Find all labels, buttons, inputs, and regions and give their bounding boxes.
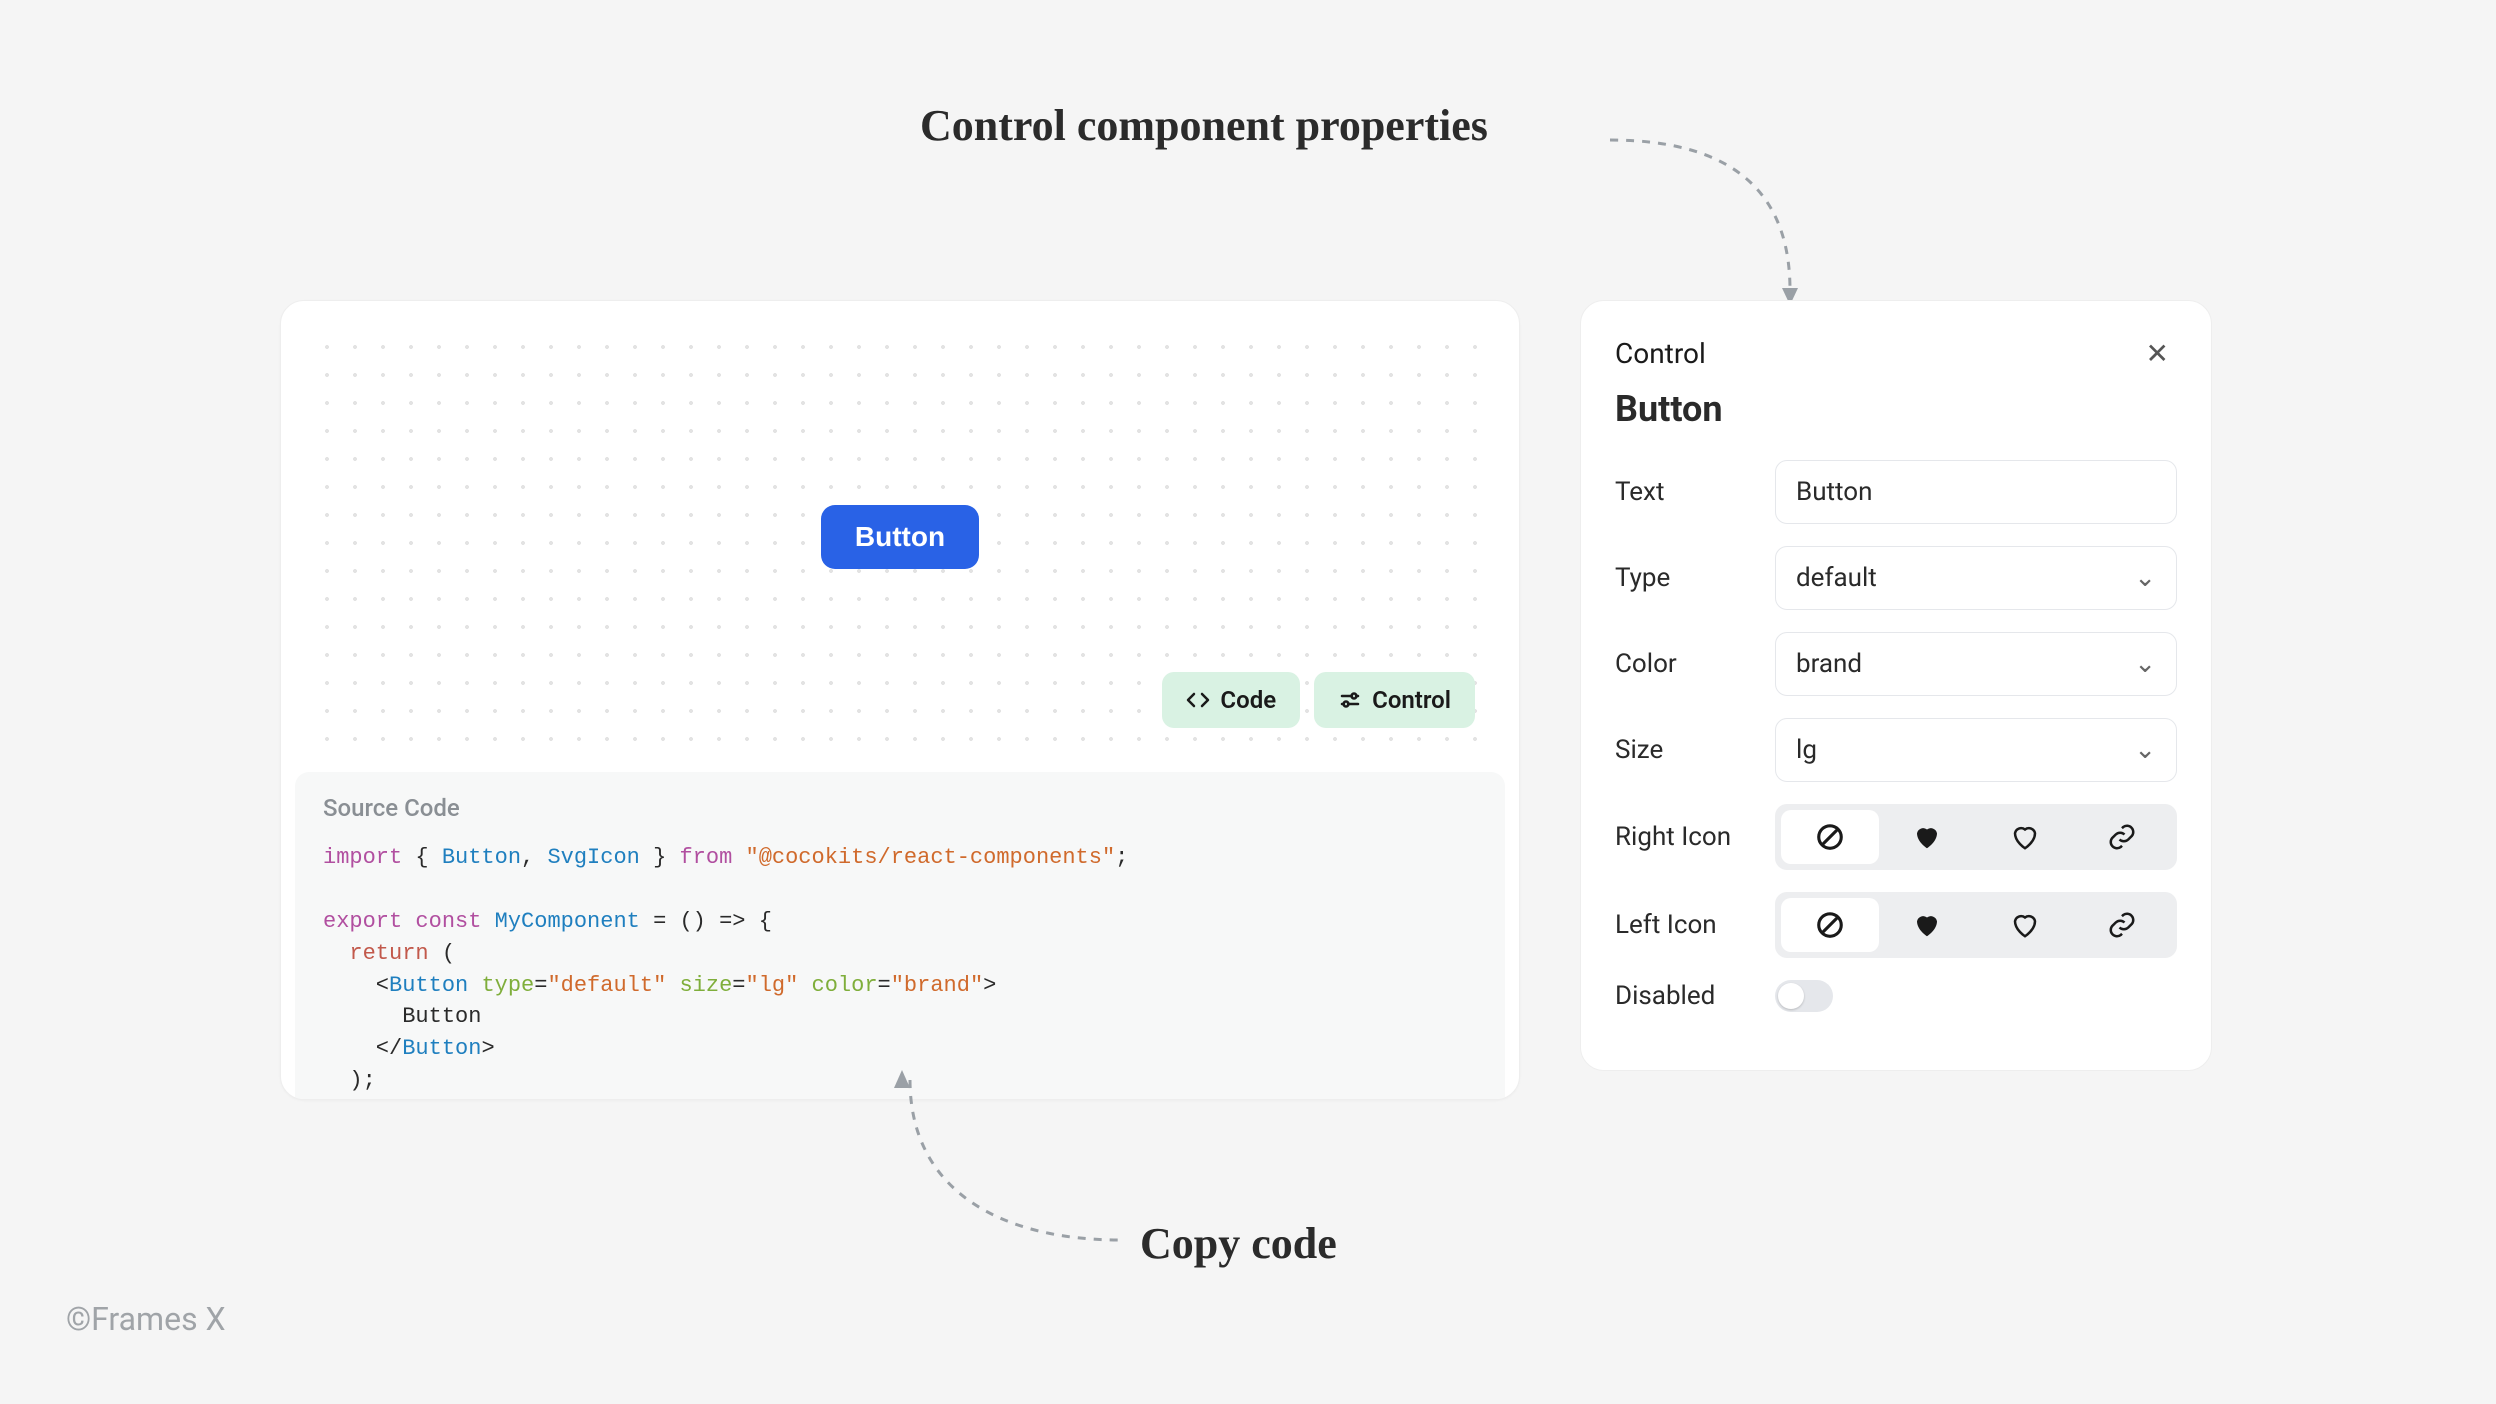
icon-option-heart-solid[interactable] [1879,810,1977,864]
text-input[interactable]: Button [1775,460,2177,524]
control-panel: Control ✕ Button Text Button Type defaul… [1580,300,2212,1071]
annotation-bottom: Copy code [1140,1218,1337,1269]
size-select[interactable]: lg ⌄ [1775,718,2177,782]
heart-solid-icon [1912,822,1942,852]
close-icon[interactable]: ✕ [2138,333,2177,374]
source-panel: Source Code import { Button, SvgIcon } f… [295,772,1505,1100]
none-icon [1815,822,1845,852]
icon-option-none[interactable] [1781,898,1879,952]
heart-solid-icon [1912,910,1942,940]
prop-label-disabled: Disabled [1615,981,1755,1011]
prop-label-type: Type [1615,563,1755,593]
chevron-down-icon: ⌄ [2134,735,2156,765]
disabled-toggle[interactable] [1775,980,1833,1012]
preview-stage: Button Code Control [305,325,1495,748]
icon-option-link[interactable] [2074,810,2172,864]
control-component-name: Button [1615,388,2177,430]
chevron-down-icon: ⌄ [2134,563,2156,593]
control-chip-label: Control [1372,686,1451,714]
icon-option-heart-outline[interactable] [1976,810,2074,864]
right-icon-group [1775,804,2177,870]
link-icon [2107,910,2137,940]
source-title: Source Code [323,794,1477,822]
preview-card: Button Code Control Source Code import {… [280,300,1520,1100]
none-icon [1815,910,1845,940]
prop-label-left-icon: Left Icon [1615,910,1755,940]
arrow-bottom [880,1070,1140,1270]
code-chip[interactable]: Code [1162,672,1300,728]
type-select[interactable]: default ⌄ [1775,546,2177,610]
footer-brand: ©Frames X [66,1300,226,1338]
prop-label-color: Color [1615,649,1755,679]
source-code: import { Button, SvgIcon } from "@cocoki… [323,842,1477,1100]
icon-option-heart-solid[interactable] [1879,898,1977,952]
link-icon [2107,822,2137,852]
color-select[interactable]: brand ⌄ [1775,632,2177,696]
prop-label-text: Text [1615,477,1755,507]
code-chip-label: Code [1220,686,1276,714]
left-icon-group [1775,892,2177,958]
heart-outline-icon [2010,910,2040,940]
control-chip[interactable]: Control [1314,672,1475,728]
sliders-icon [1338,688,1362,712]
annotation-top: Control component properties [920,100,1488,151]
icon-option-heart-outline[interactable] [1976,898,2074,952]
prop-label-right-icon: Right Icon [1615,822,1755,852]
icon-option-link[interactable] [2074,898,2172,952]
demo-button[interactable]: Button [821,505,979,569]
prop-label-size: Size [1615,735,1755,765]
chevron-down-icon: ⌄ [2134,649,2156,679]
control-panel-title: Control [1615,337,1706,370]
heart-outline-icon [2010,822,2040,852]
code-icon [1186,688,1210,712]
icon-option-none[interactable] [1781,810,1879,864]
